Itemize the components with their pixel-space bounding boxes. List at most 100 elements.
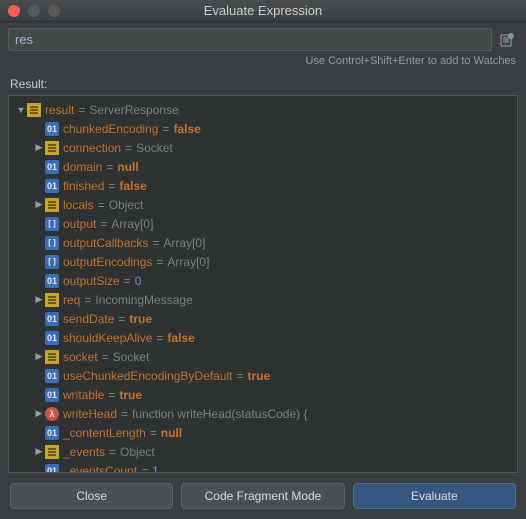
field-name: useChunkedEncodingByDefault bbox=[63, 369, 232, 383]
field-name: _contentLength bbox=[63, 426, 146, 440]
collapse-arrow-icon[interactable]: ▼ bbox=[15, 105, 27, 115]
field-value: Socket bbox=[113, 350, 150, 364]
equals-separator: = bbox=[78, 103, 85, 117]
primitive-icon: 01 bbox=[45, 160, 59, 174]
equals-separator: = bbox=[150, 426, 157, 440]
equals-separator: = bbox=[108, 388, 115, 402]
field-value: 1 bbox=[152, 464, 159, 474]
object-icon bbox=[45, 445, 59, 459]
tree-row[interactable]: ▶01finished=false bbox=[9, 176, 517, 195]
close-button[interactable]: Close bbox=[10, 483, 173, 509]
field-value: true bbox=[247, 369, 270, 383]
equals-separator: = bbox=[124, 274, 131, 288]
minimize-window-button[interactable] bbox=[28, 5, 40, 17]
equals-separator: = bbox=[141, 464, 148, 474]
object-icon bbox=[45, 141, 59, 155]
field-value: Object bbox=[120, 445, 155, 459]
expand-arrow-icon[interactable]: ▶ bbox=[33, 446, 45, 457]
field-value: false bbox=[167, 331, 194, 345]
tree-row[interactable]: ▶01domain=null bbox=[9, 157, 517, 176]
field-name: result bbox=[45, 103, 74, 117]
primitive-icon: 01 bbox=[45, 179, 59, 193]
field-value: Array[0] bbox=[163, 236, 205, 250]
field-name: outputCallbacks bbox=[63, 236, 148, 250]
field-name: outputSize bbox=[63, 274, 120, 288]
tree-row[interactable]: ▶locals=Object bbox=[9, 195, 517, 214]
equals-separator: = bbox=[162, 122, 169, 136]
equals-separator: = bbox=[152, 236, 159, 250]
primitive-icon: 01 bbox=[45, 122, 59, 136]
field-value: true bbox=[119, 388, 142, 402]
field-value: Socket bbox=[136, 141, 173, 155]
field-value: Array[0] bbox=[111, 217, 153, 231]
tree-row[interactable]: ▼ result = ServerResponse bbox=[9, 100, 517, 119]
field-name: output bbox=[63, 217, 96, 231]
field-name: _eventsCount bbox=[63, 464, 137, 474]
tree-row[interactable]: ▶ _events = Object bbox=[9, 442, 517, 461]
zoom-window-button[interactable] bbox=[48, 5, 60, 17]
primitive-icon: 01 bbox=[45, 369, 59, 383]
field-value: null bbox=[161, 426, 182, 440]
equals-separator: = bbox=[121, 407, 128, 421]
evaluate-button[interactable]: Evaluate bbox=[353, 483, 516, 509]
tree-row[interactable]: ▶[ ]outputCallbacks=Array[0] bbox=[9, 233, 517, 252]
tree-row[interactable]: ▶[ ]outputEncodings=Array[0] bbox=[9, 252, 517, 271]
field-value: ServerResponse bbox=[89, 103, 178, 117]
tree-row[interactable]: ▶socket=Socket bbox=[9, 347, 517, 366]
expand-arrow-icon[interactable]: ▶ bbox=[33, 199, 45, 210]
field-name: req bbox=[63, 293, 80, 307]
field-name: outputEncodings bbox=[63, 255, 152, 269]
primitive-icon: 01 bbox=[45, 331, 59, 345]
field-value: Array[0] bbox=[167, 255, 209, 269]
field-name: writeHead bbox=[63, 407, 117, 421]
object-icon bbox=[45, 198, 59, 212]
history-button[interactable] bbox=[496, 28, 518, 51]
button-row: Close Code Fragment Mode Evaluate bbox=[0, 473, 526, 519]
expression-input[interactable] bbox=[8, 28, 492, 51]
primitive-icon: 01 bbox=[45, 312, 59, 326]
tree-row[interactable]: ▶ connection = Socket bbox=[9, 138, 517, 157]
field-name: locals bbox=[63, 198, 94, 212]
object-icon bbox=[45, 350, 59, 364]
field-value: false bbox=[119, 179, 146, 193]
close-window-button[interactable] bbox=[8, 5, 20, 17]
tree-row[interactable]: ▶[ ]output=Array[0] bbox=[9, 214, 517, 233]
tree-row[interactable]: ▶01shouldKeepAlive=false bbox=[9, 328, 517, 347]
field-value: true bbox=[129, 312, 152, 326]
expression-row bbox=[0, 22, 526, 53]
field-value: function writeHead(statusCode) { bbox=[132, 407, 307, 421]
field-value: false bbox=[173, 122, 200, 136]
tree-row[interactable]: ▶01sendDate=true bbox=[9, 309, 517, 328]
equals-separator: = bbox=[156, 331, 163, 345]
field-name: connection bbox=[63, 141, 121, 155]
equals-separator: = bbox=[84, 293, 91, 307]
array-icon: [ ] bbox=[45, 217, 59, 231]
equals-separator: = bbox=[109, 445, 116, 459]
equals-separator: = bbox=[125, 141, 132, 155]
tree-row[interactable]: ▶01outputSize=0 bbox=[9, 271, 517, 290]
array-icon: [ ] bbox=[45, 236, 59, 250]
equals-separator: = bbox=[106, 160, 113, 174]
tree-row[interactable]: ▶λwriteHead=function writeHead(statusCod… bbox=[9, 404, 517, 423]
primitive-icon: 01 bbox=[45, 274, 59, 288]
field-value: Object bbox=[109, 198, 144, 212]
tree-row[interactable]: ▶01_contentLength=null bbox=[9, 423, 517, 442]
expand-arrow-icon[interactable]: ▶ bbox=[33, 294, 45, 305]
field-name: _events bbox=[63, 445, 105, 459]
expand-arrow-icon[interactable]: ▶ bbox=[33, 408, 45, 419]
result-tree[interactable]: ▼result=ServerResponse▶01chunkedEncoding… bbox=[8, 95, 518, 473]
expand-arrow-icon[interactable]: ▶ bbox=[33, 142, 45, 153]
tree-row[interactable]: ▶ req = IncomingMessage bbox=[9, 290, 517, 309]
expand-arrow-icon[interactable]: ▶ bbox=[33, 351, 45, 362]
field-name: sendDate bbox=[63, 312, 114, 326]
field-value: IncomingMessage bbox=[95, 293, 192, 307]
array-icon: [ ] bbox=[45, 255, 59, 269]
object-icon bbox=[45, 293, 59, 307]
field-name: shouldKeepAlive bbox=[63, 331, 152, 345]
tree-row[interactable]: ▶01_eventsCount=1 bbox=[9, 461, 517, 473]
tree-row[interactable]: ▶01writable=true bbox=[9, 385, 517, 404]
code-fragment-mode-button[interactable]: Code Fragment Mode bbox=[181, 483, 344, 509]
equals-separator: = bbox=[156, 255, 163, 269]
tree-row[interactable]: ▶01useChunkedEncodingByDefault=true bbox=[9, 366, 517, 385]
tree-row[interactable]: ▶01chunkedEncoding=false bbox=[9, 119, 517, 138]
